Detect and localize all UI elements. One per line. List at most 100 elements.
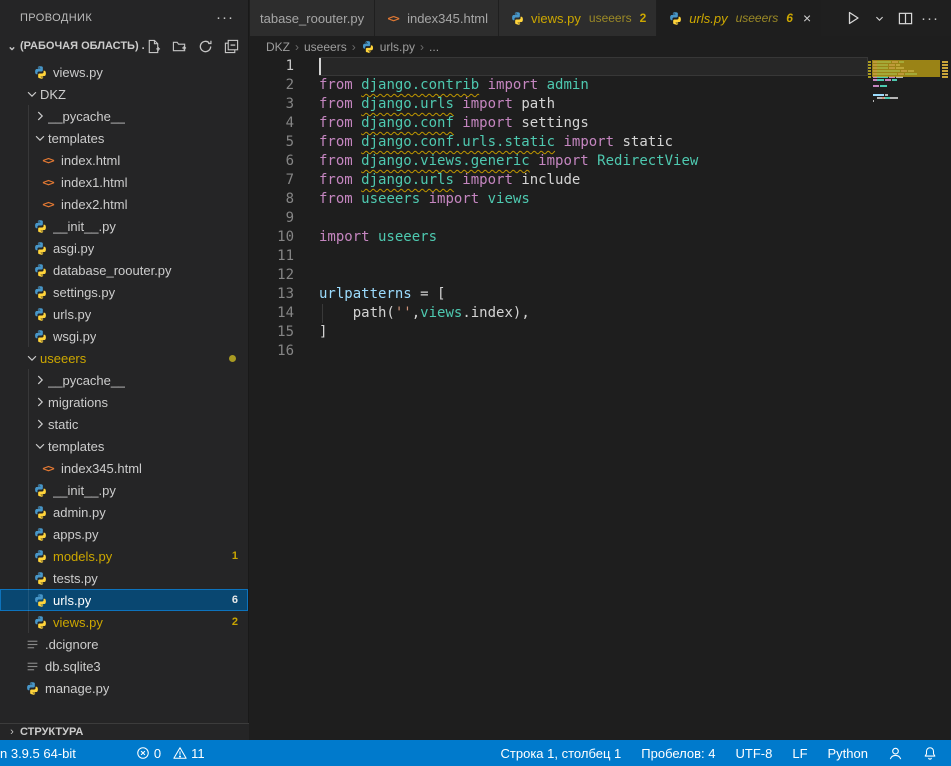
- tree-item-wsgi.py[interactable]: wsgi.py: [0, 325, 248, 347]
- breadcrumb-item[interactable]: urls.py: [380, 40, 415, 54]
- explorer-more-actions-icon[interactable]: ···: [216, 9, 234, 26]
- python-icon: [32, 504, 48, 520]
- tree-item-admin.py[interactable]: admin.py: [0, 501, 248, 523]
- status-text: Python: [828, 746, 868, 761]
- status-python-interpreter[interactable]: n 3.9.5 64-bit: [0, 746, 76, 761]
- tab-label: tabase_roouter.py: [260, 11, 364, 26]
- breadcrumb-item[interactable]: DKZ: [266, 40, 290, 54]
- tree-item-label: urls.py: [53, 593, 91, 608]
- editor-actions: ···: [843, 0, 951, 36]
- status-problems[interactable]: 0 11: [136, 746, 205, 761]
- close-icon[interactable]: ×: [803, 11, 811, 25]
- overview-ruler[interactable]: [940, 57, 951, 740]
- status-indentation[interactable]: Пробелов: 4: [641, 746, 715, 761]
- tree-item-index2.html[interactable]: <>index2.html: [0, 193, 248, 215]
- tree-item-index1.html[interactable]: <>index1.html: [0, 171, 248, 193]
- status-language-mode[interactable]: Python: [828, 746, 868, 761]
- tab-index345.html[interactable]: <>index345.html: [375, 0, 499, 36]
- overview-warning-mark: [942, 70, 948, 72]
- tree-item-migrations[interactable]: migrations: [0, 391, 248, 413]
- status-text: 11: [191, 746, 205, 761]
- minimap[interactable]: [868, 57, 940, 297]
- line-number: 15: [250, 323, 294, 342]
- status-text: 0: [154, 746, 161, 761]
- collapse-all-icon[interactable]: [222, 37, 240, 55]
- line-number: 11: [250, 247, 294, 266]
- tab-urls.py[interactable]: urls.pyuseeers6×: [657, 0, 822, 36]
- python-icon: [361, 40, 375, 54]
- python-icon: [32, 570, 48, 586]
- tree-item-templates[interactable]: templates: [0, 435, 248, 457]
- code-lines[interactable]: from django.contrib import adminfrom dja…: [319, 57, 868, 361]
- tree-item-.dcignore[interactable]: .dcignore: [0, 633, 248, 655]
- tree-item-db.sqlite3[interactable]: db.sqlite3: [0, 655, 248, 677]
- code-line: from django.urls import include: [319, 171, 868, 190]
- tree-item-index345.html[interactable]: <>index345.html: [0, 457, 248, 479]
- tree-item-static[interactable]: static: [0, 413, 248, 435]
- run-dropdown-icon[interactable]: [869, 9, 889, 27]
- tree-item-asgi.py[interactable]: asgi.py: [0, 237, 248, 259]
- tree-item-DKZ[interactable]: DKZ: [0, 83, 248, 105]
- tree-item-__pycache__[interactable]: __pycache__: [0, 105, 248, 127]
- line-number: 2: [250, 76, 294, 95]
- status-encoding[interactable]: UTF-8: [736, 746, 773, 761]
- code-line: import useeers: [319, 228, 868, 247]
- line-number: 14: [250, 304, 294, 323]
- python-icon: [32, 526, 48, 542]
- breadcrumb-item[interactable]: useeers: [304, 40, 347, 54]
- breadcrumb[interactable]: DKZ›useeers›urls.py›...: [250, 36, 951, 57]
- tree-item-views.py[interactable]: views.py: [0, 61, 248, 83]
- breadcrumb-item[interactable]: ...: [429, 40, 439, 54]
- run-button[interactable]: [843, 9, 863, 27]
- python-icon: [32, 240, 48, 256]
- status-eol[interactable]: LF: [792, 746, 807, 761]
- tab-label: views.py: [531, 11, 581, 26]
- split-editor-button[interactable]: [895, 9, 915, 27]
- tree-item-templates[interactable]: templates: [0, 127, 248, 149]
- tree-item-settings.py[interactable]: settings.py: [0, 281, 248, 303]
- new-file-icon[interactable]: [144, 37, 162, 55]
- tree-item-__init__.py[interactable]: __init__.py: [0, 479, 248, 501]
- tree-item-__init__.py[interactable]: __init__.py: [0, 215, 248, 237]
- status-notifications[interactable]: [923, 746, 937, 760]
- tree-item-urls.py[interactable]: urls.py: [0, 303, 248, 325]
- tree-item-label: admin.py: [53, 505, 106, 520]
- tree-item-label: DKZ: [40, 87, 66, 102]
- tab-views.py[interactable]: views.pyuseeers2: [499, 0, 657, 36]
- status-text: n 3.9.5 64-bit: [0, 746, 76, 761]
- tree-item-__pycache__[interactable]: __pycache__: [0, 369, 248, 391]
- editor-group: tabase_roouter.py<>index345.htmlviews.py…: [250, 0, 951, 740]
- code-editor[interactable]: 12345678910111213141516 from django.cont…: [250, 57, 951, 740]
- tree-item-manage.py[interactable]: manage.py: [0, 677, 248, 699]
- workspace-section-header[interactable]: ⌄ (РАБОЧАЯ ОБЛАСТЬ) ...: [0, 35, 248, 57]
- explorer-title: ПРОВОДНИК: [20, 12, 216, 24]
- tab-tabase_roouter.py[interactable]: tabase_roouter.py: [250, 0, 375, 36]
- outline-section-header[interactable]: › СТРУКТУРА: [0, 723, 249, 740]
- line-number: 5: [250, 133, 294, 152]
- new-folder-icon[interactable]: [170, 37, 188, 55]
- python-icon: [32, 614, 48, 630]
- editor-more-actions-icon[interactable]: ···: [921, 10, 939, 27]
- tree-item-useeers[interactable]: useeers: [0, 347, 248, 369]
- code-line: from useeers import views: [319, 190, 868, 209]
- status-feedback[interactable]: [888, 746, 903, 761]
- overview-warning-mark: [942, 67, 948, 69]
- tree-item-apps.py[interactable]: apps.py: [0, 523, 248, 545]
- tree-item-label: .dcignore: [45, 637, 98, 652]
- modified-dot-icon: [229, 355, 236, 362]
- tree-item-models.py[interactable]: models.py1: [0, 545, 248, 567]
- status-text: Строка 1, столбец 1: [501, 746, 622, 761]
- tree-item-tests.py[interactable]: tests.py: [0, 567, 248, 589]
- workspace-actions: [144, 37, 240, 55]
- tree-item-index.html[interactable]: <>index.html: [0, 149, 248, 171]
- refresh-icon[interactable]: [196, 37, 214, 55]
- python-icon: [509, 10, 525, 26]
- tree-item-views.py[interactable]: views.py2: [0, 611, 248, 633]
- tab-description: useeers: [736, 11, 779, 25]
- minimap-warning-band: [872, 60, 940, 77]
- tree-item-database_roouter.py[interactable]: database_roouter.py: [0, 259, 248, 281]
- status-cursor-position[interactable]: Строка 1, столбец 1: [501, 746, 622, 761]
- code-line: from django.urls import path: [319, 95, 868, 114]
- tree-item-urls.py[interactable]: urls.py6: [0, 589, 248, 611]
- minimap-line: [873, 79, 897, 81]
